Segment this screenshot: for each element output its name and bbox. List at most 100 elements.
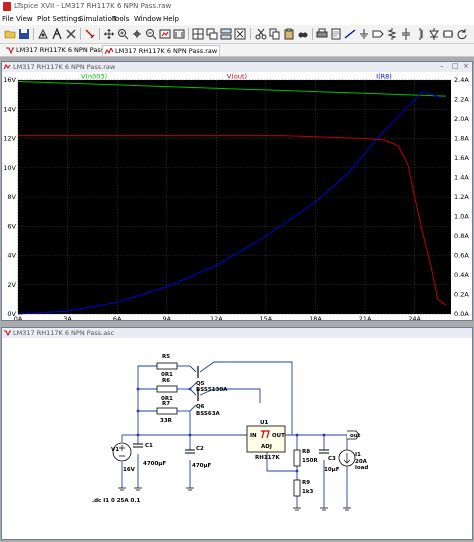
autorange-icon[interactable] [173, 28, 185, 40]
menu-file[interactable]: File [2, 15, 14, 23]
y-left-tick-label: 12V [3, 135, 16, 143]
diode-icon[interactable] [428, 28, 440, 40]
menu-simulation[interactable]: Simulation [79, 15, 116, 23]
menu-window[interactable]: Window [134, 15, 162, 23]
wire-icon[interactable] [344, 28, 356, 40]
tab-waveform-label: LM317 RH117K 6 NPN Pass.raw [115, 47, 218, 55]
menu-view[interactable]: View [16, 15, 33, 23]
horizontal-tile-icon[interactable] [220, 28, 232, 40]
run-icon[interactable] [51, 28, 63, 40]
schematic-window-icon [4, 330, 11, 336]
zoom-fit-icon[interactable] [159, 28, 171, 40]
ground-icon [134, 487, 142, 491]
minimize-button[interactable]: – [440, 62, 444, 70]
ground-icon [118, 487, 126, 491]
cascade-icon[interactable] [206, 28, 218, 40]
legend-ir8[interactable]: I(R8) [376, 73, 392, 81]
legend-vn003[interactable]: V(n003) [81, 73, 107, 81]
capacitor-c1[interactable] [133, 443, 143, 448]
y-left-tick-label: 16V [3, 76, 16, 84]
close-window-icon[interactable] [234, 28, 246, 40]
zoom-out-icon[interactable] [145, 28, 157, 40]
r5-name: R5 [162, 354, 170, 360]
zoom-in-icon[interactable] [117, 28, 129, 40]
x-tick-label: 3A [63, 315, 72, 320]
out-label-text: out [350, 433, 361, 439]
legend-vout[interactable]: V(out) [227, 73, 247, 81]
open-folder-icon[interactable] [4, 28, 16, 40]
ground-icon [320, 507, 328, 511]
close-button[interactable]: × [463, 62, 469, 70]
r6-name: R6 [162, 378, 170, 384]
tab-waveform[interactable]: LM317 RH117K 6 NPN Pass.raw [102, 45, 221, 56]
zoom-pan-icon[interactable] [131, 28, 143, 40]
cut-icon[interactable] [255, 28, 267, 40]
u1-out-pin: OUT [272, 433, 285, 439]
y-right-tick-label: 1.8A [454, 135, 469, 143]
u1-part: RH117K [255, 455, 280, 461]
waveform-plot[interactable]: 0A 3A 6A 9A 12A 15A 18A 21A 24A0V2V4V6V8V10V12V1… [2, 72, 472, 320]
capacitor-icon[interactable] [400, 28, 412, 40]
inductor-icon[interactable] [414, 28, 426, 40]
v1-value: 16V [123, 467, 136, 473]
print-icon[interactable] [316, 28, 328, 40]
c3-name: C3 [328, 456, 336, 462]
y-right-tick-label: 2.4A [454, 76, 469, 84]
c2-name: C2 [196, 446, 204, 452]
rotate-icon[interactable] [456, 28, 468, 40]
component-icon[interactable] [442, 28, 454, 40]
x-tick-label: 12A [210, 315, 223, 320]
ground-icon [186, 487, 194, 491]
control-panel-icon[interactable] [37, 28, 49, 40]
spice-directive[interactable]: .dc I1 0 25A 0.1 [92, 498, 140, 504]
y-right-tick-label: 1.4A [454, 174, 469, 182]
u1-in-pin: IN [250, 433, 257, 439]
r9-value: 1k3 [302, 489, 313, 495]
schematic-window-titlebar: LM317 RH117K 6 NPN Pass.asc [2, 328, 472, 338]
probe-icon[interactable] [84, 28, 96, 40]
resistor-r7[interactable] [156, 407, 178, 415]
resistor-icon[interactable] [386, 28, 398, 40]
pan-icon[interactable] [103, 28, 115, 40]
schematic-canvas[interactable]: R5 0R1 R6 0R1 R7 33R Q5 BSS5130A Q6 BSS6… [2, 338, 472, 539]
resistor-r6[interactable] [156, 385, 178, 393]
x-tick-label: 21A [359, 315, 372, 320]
waveform-window-titlebar: LM317 RH117K 6 NPN Pass.raw – □ × [2, 62, 472, 72]
y-right-tick-label: 0.0A [454, 310, 469, 318]
find-icon[interactable] [297, 28, 309, 40]
i1-name: I1 [355, 452, 361, 458]
resistor-r5[interactable] [156, 362, 178, 370]
label-net-icon[interactable] [372, 28, 384, 40]
menu-help[interactable]: Help [163, 15, 179, 23]
ground-icon [343, 507, 351, 511]
y-right-tick-label: 2.0A [454, 115, 469, 123]
y-right-tick-label: 1.0A [454, 213, 469, 221]
title-bar: LTspice XVII - LM317 RH117K 6 NPN Pass.r… [0, 0, 474, 14]
u1-name: U1 [260, 420, 268, 426]
maximize-button[interactable]: □ [452, 62, 459, 70]
capacitor-c3[interactable] [319, 449, 329, 454]
y-left-tick-label: 4V [7, 252, 16, 260]
window-title: LTspice XVII - LM317 RH117K 6 NPN Pass.r… [14, 2, 172, 10]
halt-icon[interactable] [65, 28, 77, 40]
schematic-window: LM317 RH117K 6 NPN Pass.asc R5 0R1 R6 0R… [1, 327, 473, 540]
menu-tools[interactable]: Tools [112, 15, 129, 23]
print-preview-icon[interactable] [330, 28, 342, 40]
menu-plot-settings[interactable]: Plot Settings [37, 15, 81, 23]
i1-extra: load [355, 465, 368, 471]
copy-icon[interactable] [269, 28, 281, 40]
capacitor-c2[interactable] [185, 449, 195, 454]
document-tab-bar: LM317 RH117K 6 NPN Pass.asc LM317 RH117K… [0, 44, 474, 57]
save-icon[interactable] [18, 28, 30, 40]
r7-name: R7 [162, 401, 170, 407]
ground-icon[interactable] [358, 28, 370, 40]
resistor-r9[interactable] [293, 479, 301, 497]
waveform-window-icon [4, 64, 11, 70]
c1-value: 4700µF [143, 461, 166, 467]
q6-name: Q6 [196, 404, 205, 410]
resistor-r8[interactable] [293, 449, 301, 467]
c2-value: 470µF [192, 463, 212, 469]
paste-icon[interactable] [283, 28, 295, 40]
tile-icon[interactable] [192, 28, 204, 40]
c3-value: 10µF [324, 467, 340, 473]
